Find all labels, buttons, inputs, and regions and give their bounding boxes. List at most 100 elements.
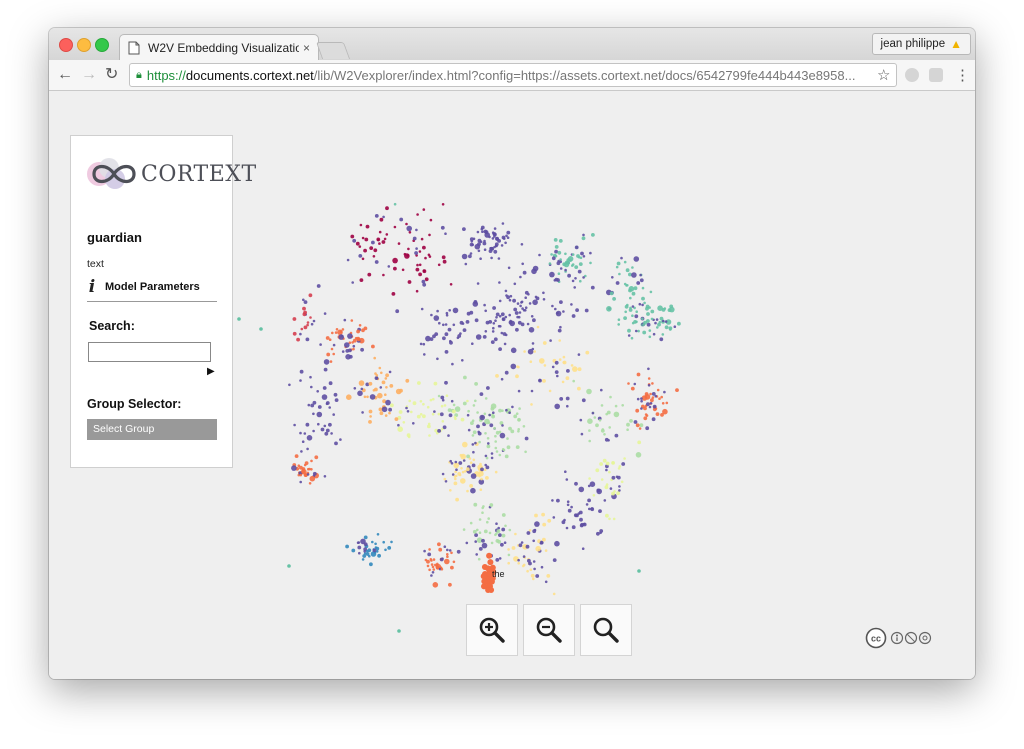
word-point[interactable] [528, 327, 535, 333]
word-point[interactable] [442, 336, 446, 341]
word-point[interactable] [648, 335, 652, 339]
word-point[interactable] [310, 322, 314, 326]
word-point[interactable] [642, 330, 647, 335]
word-point[interactable] [663, 390, 666, 394]
word-point[interactable] [309, 316, 312, 319]
word-point[interactable] [443, 545, 447, 548]
word-point[interactable] [486, 444, 491, 449]
word-point[interactable] [570, 303, 573, 306]
word-point[interactable] [382, 215, 385, 219]
word-point[interactable] [476, 528, 479, 532]
word-point[interactable] [477, 242, 481, 247]
word-point[interactable] [332, 343, 336, 347]
word-point[interactable] [495, 532, 498, 535]
word-point[interactable] [460, 417, 465, 422]
word-point[interactable] [633, 382, 637, 386]
word-point[interactable] [484, 397, 488, 400]
word-point[interactable] [469, 310, 474, 315]
word-point[interactable] [293, 423, 296, 427]
reload-icon[interactable]: ↻ [105, 65, 118, 85]
word-point[interactable] [598, 419, 602, 422]
word-point[interactable] [474, 399, 477, 403]
word-point[interactable] [309, 375, 312, 379]
word-point[interactable] [306, 321, 310, 324]
word-point[interactable] [497, 526, 501, 530]
word-point[interactable] [501, 424, 504, 427]
word-point[interactable] [424, 277, 429, 282]
word-point[interactable] [649, 290, 653, 294]
word-point[interactable] [382, 273, 385, 277]
word-point[interactable] [633, 420, 638, 424]
word-point[interactable] [399, 388, 403, 393]
word-point[interactable] [299, 473, 302, 477]
word-point[interactable] [323, 359, 330, 365]
word-point[interactable] [460, 467, 463, 470]
word-point[interactable] [416, 213, 419, 216]
word-point[interactable] [552, 558, 557, 562]
word-point[interactable] [595, 468, 600, 473]
word-point[interactable] [626, 428, 629, 432]
word-point[interactable] [385, 373, 389, 378]
word-point[interactable] [565, 376, 570, 381]
browser-menu-icon[interactable]: ⋮ [955, 66, 970, 84]
word-point[interactable] [438, 321, 441, 325]
word-point[interactable] [387, 546, 392, 550]
word-point[interactable] [367, 272, 372, 277]
word-point[interactable] [362, 554, 367, 558]
word-point[interactable] [647, 384, 651, 387]
word-point[interactable] [326, 352, 331, 357]
word-point[interactable] [638, 302, 642, 306]
word-point[interactable] [603, 433, 606, 436]
word-point[interactable] [634, 314, 639, 319]
word-point[interactable] [639, 273, 642, 277]
word-point[interactable] [657, 322, 661, 327]
word-point[interactable] [643, 320, 647, 325]
word-point[interactable] [335, 328, 339, 331]
word-point[interactable] [579, 517, 583, 522]
word-point[interactable] [505, 408, 508, 412]
word-point[interactable] [517, 430, 520, 433]
address-bar[interactable]: 🔒︎ https:// documents.cortext.net /lib/W… [129, 63, 897, 87]
word-point[interactable] [654, 394, 658, 398]
word-point[interactable] [522, 564, 525, 568]
word-point[interactable] [577, 386, 581, 391]
word-point[interactable] [475, 553, 479, 556]
word-point[interactable] [490, 541, 494, 545]
word-point[interactable] [447, 408, 452, 412]
word-point[interactable] [303, 463, 307, 467]
word-point[interactable] [334, 331, 338, 334]
word-point[interactable] [507, 553, 511, 557]
word-point[interactable] [645, 304, 650, 309]
word-point[interactable] [426, 559, 430, 564]
word-point[interactable] [495, 558, 500, 562]
word-point[interactable] [562, 310, 565, 313]
word-point[interactable] [442, 425, 447, 430]
new-tab-button[interactable] [315, 42, 351, 59]
word-point[interactable] [636, 397, 640, 401]
word-point[interactable] [381, 240, 386, 244]
word-point[interactable] [458, 461, 463, 465]
word-point[interactable] [418, 272, 422, 277]
word-point[interactable] [552, 516, 556, 519]
word-point[interactable] [334, 398, 339, 402]
word-point[interactable] [445, 394, 449, 398]
word-point[interactable] [501, 513, 506, 517]
word-point[interactable] [608, 426, 611, 429]
word-point[interactable] [517, 558, 520, 562]
word-point[interactable] [623, 457, 626, 460]
word-point[interactable] [469, 521, 473, 525]
word-point[interactable] [497, 257, 501, 260]
word-point[interactable] [302, 306, 306, 311]
word-point[interactable] [620, 256, 623, 260]
word-point[interactable] [451, 473, 455, 476]
word-point[interactable] [591, 411, 595, 415]
word-point[interactable] [527, 348, 534, 355]
word-point[interactable] [472, 404, 476, 407]
word-point[interactable] [498, 299, 502, 303]
word-point[interactable] [378, 366, 382, 370]
word-point[interactable] [328, 381, 333, 386]
word-point[interactable] [530, 389, 534, 393]
word-point[interactable] [655, 412, 660, 416]
word-point[interactable] [494, 242, 499, 247]
word-point[interactable] [462, 441, 468, 448]
